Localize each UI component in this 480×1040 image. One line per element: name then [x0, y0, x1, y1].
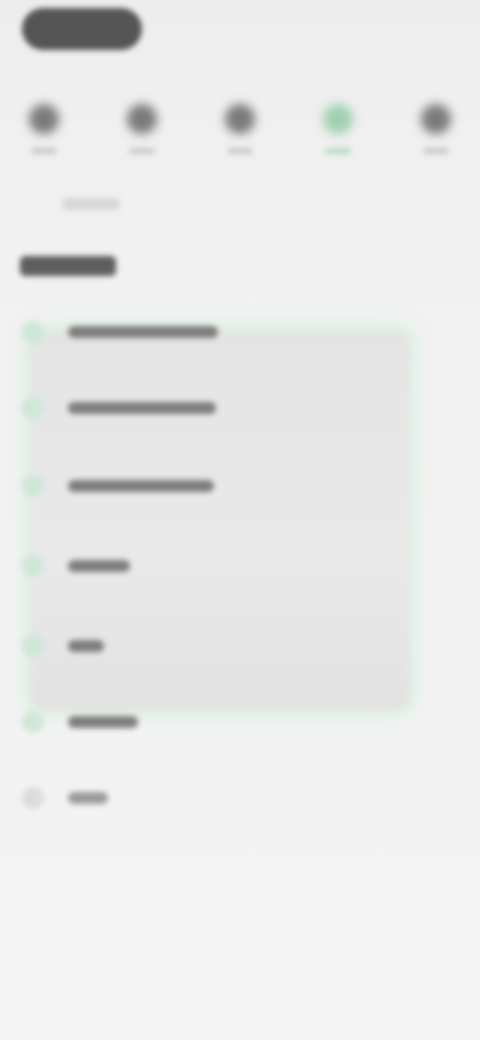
list-item[interactable] — [22, 388, 442, 428]
list-item[interactable] — [22, 778, 442, 818]
nav-item-5[interactable] — [406, 88, 466, 158]
list-item-bar — [68, 560, 130, 572]
bullet-icon — [22, 787, 44, 809]
nav-item-label — [423, 148, 449, 154]
list-item[interactable] — [22, 702, 442, 742]
list-item-bar — [68, 716, 138, 728]
list-item[interactable] — [22, 466, 442, 506]
list-item-bar — [68, 402, 216, 414]
sub-label — [62, 198, 120, 210]
nav-item-label — [325, 148, 351, 154]
circle-icon — [127, 104, 157, 134]
nav-item-label — [227, 148, 253, 154]
list-item-bar — [68, 326, 218, 338]
nav-item-1[interactable] — [14, 88, 74, 158]
top-nav — [0, 88, 480, 168]
nav-item-3[interactable] — [210, 88, 270, 158]
list-item-bar — [68, 480, 214, 492]
section-title — [20, 256, 116, 276]
circle-icon — [323, 104, 353, 134]
list-item-bar — [68, 792, 108, 804]
nav-item-label — [129, 148, 155, 154]
bullet-icon — [22, 475, 44, 497]
bullet-icon — [22, 555, 44, 577]
nav-item-label — [31, 148, 57, 154]
screen — [0, 0, 480, 1040]
bullet-icon — [22, 635, 44, 657]
nav-item-2[interactable] — [112, 88, 172, 158]
list-item[interactable] — [22, 546, 442, 586]
circle-icon — [421, 104, 451, 134]
status-pill — [22, 8, 142, 50]
list-item[interactable] — [22, 312, 442, 352]
bullet-icon — [22, 321, 44, 343]
bullet-icon — [22, 397, 44, 419]
bullet-icon — [22, 711, 44, 733]
list-item-bar — [68, 640, 104, 652]
circle-icon — [29, 104, 59, 134]
list-item[interactable] — [22, 626, 442, 666]
nav-item-4[interactable] — [308, 88, 368, 158]
circle-icon — [225, 104, 255, 134]
